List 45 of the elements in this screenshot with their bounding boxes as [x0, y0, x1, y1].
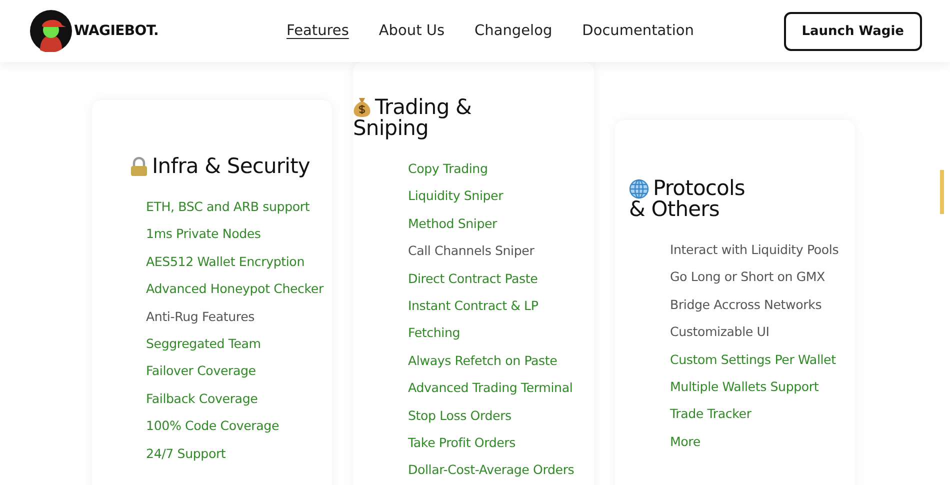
nav-link[interactable]: About Us	[378, 21, 445, 41]
feature-item: Method Sniper	[408, 216, 498, 231]
money-bag-icon	[353, 96, 371, 118]
logo-icon	[30, 10, 72, 52]
feature-item: Bridge Accross Networks	[670, 296, 823, 312]
feature-item: Go Long or Short on GMX	[670, 269, 826, 284]
card-title: Protocols	[653, 178, 745, 199]
brand-name: WAGIEBOT.	[74, 23, 159, 39]
nav-link[interactable]: Documentation	[582, 21, 694, 41]
feature-item: Always Refetch on Paste	[408, 352, 558, 368]
feature-item: Fetching	[408, 325, 462, 340]
feature-item: Failback Coverage	[146, 390, 259, 406]
feature-item: 100% Code Coverage	[146, 418, 280, 434]
feature-item: Stop Loss Orders	[408, 408, 512, 423]
feature-item: Take Profit Orders	[408, 434, 517, 450]
nav-link[interactable]: Changelog	[474, 21, 552, 41]
lock-icon	[130, 156, 148, 176]
feature-item: Failover Coverage	[146, 363, 257, 378]
feature-item: Advanced Honeypot Checker	[146, 281, 325, 296]
card-title: Sniping	[353, 118, 428, 139]
feature-item: Multiple Wallets Support	[670, 378, 820, 394]
feature-item: Interact with Liquidity Pools	[670, 242, 840, 257]
feature-item: Direct Contract Paste	[408, 270, 539, 286]
card-title: & Others	[629, 199, 720, 220]
feature-item: Instant Contract & LP	[408, 298, 540, 313]
feature-item: More	[670, 434, 702, 449]
nav-link[interactable]: Features	[286, 21, 349, 41]
feature-item: 24/7 Support	[146, 446, 227, 461]
feature-item: Call Channels Sniper	[408, 243, 536, 258]
feature-item: ETH, BSC and ARB support	[146, 199, 311, 214]
feature-item: AES512 Wallet Encryption	[146, 254, 306, 269]
feature-item: Advanced Trading Terminal	[408, 380, 574, 396]
feature-item: Customizable UI	[670, 324, 770, 340]
feature-item: Copy Trading	[408, 161, 489, 176]
card-title: Infra & Security	[152, 156, 310, 177]
feature-item: 1ms Private Nodes	[146, 226, 262, 242]
feature-item: Trade Tracker	[670, 406, 752, 422]
globe-icon	[629, 178, 649, 198]
launch-button[interactable]: Launch Wagie	[784, 12, 922, 50]
feature-item: Seggregated Team	[146, 336, 262, 351]
feature-item: Anti-Rug Features	[146, 308, 256, 324]
feature-item: Liquidity Sniper	[408, 188, 504, 204]
card-title: Trading &	[375, 96, 472, 118]
feature-item: Custom Settings Per Wallet	[670, 352, 837, 367]
feature-item: Dollar-Cost-Average Orders	[408, 462, 576, 478]
